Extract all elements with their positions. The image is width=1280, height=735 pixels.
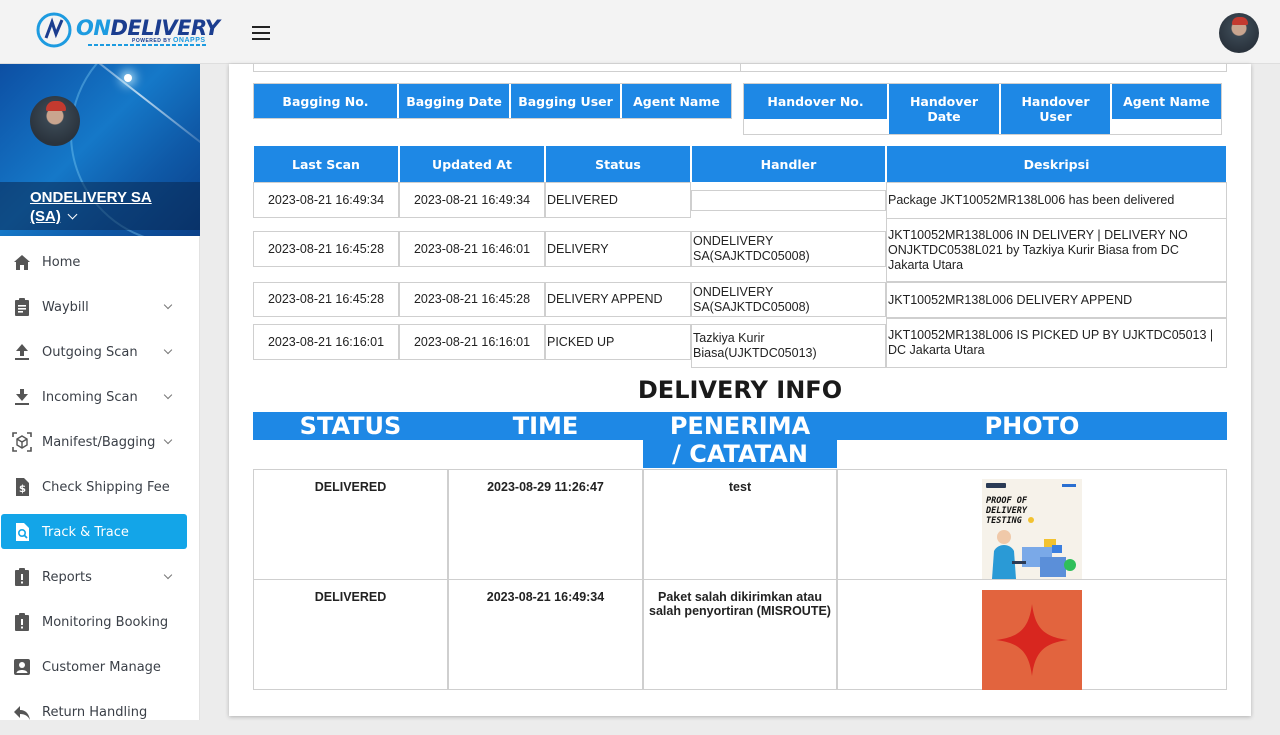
profile-avatar xyxy=(30,96,80,146)
sidebar-item-return-handling[interactable]: Return Handling xyxy=(0,690,200,735)
history-cell-deskripsi: JKT10052MR138L006 IN DELIVERY | DELIVERY… xyxy=(886,218,1227,282)
svg-text:DELIVERY: DELIVERY xyxy=(985,506,1028,516)
history-cell-updated-at: 2023-08-21 16:16:01 xyxy=(399,324,545,360)
avatar[interactable] xyxy=(1219,13,1259,53)
delivery-header-time: TIME xyxy=(448,412,643,440)
history-cell-last-scan: 2023-08-21 16:16:01 xyxy=(253,324,399,360)
handover-header-date: Handover Date xyxy=(889,84,999,134)
chevron-down-icon xyxy=(163,570,173,580)
handover-header-no: Handover No. xyxy=(744,84,887,119)
history-cell-handler: ONDELIVERY SA(SAJKTDC05008) xyxy=(691,282,886,317)
sidebar-menu: Home Waybill Outgoing Scan Incoming Scan… xyxy=(0,240,200,735)
bagging-header-agent: Agent Name xyxy=(622,84,731,118)
bagging-header-no: Bagging No. xyxy=(254,84,397,118)
delivery-header-photo: PHOTO xyxy=(837,412,1227,440)
top-bar: ONDELIVERY POWERED BY ONAPPS xyxy=(0,0,1280,64)
sidebar-item-incoming-scan[interactable]: Incoming Scan xyxy=(0,375,200,420)
user-card-icon xyxy=(14,659,30,675)
track-trace-card: Bagging No. Bagging Date Bagging User Ag… xyxy=(229,64,1251,716)
dollar-doc-icon: $ xyxy=(16,478,29,496)
history-header-status: Status xyxy=(546,146,690,182)
bagging-header-date: Bagging Date xyxy=(399,84,509,118)
history-cell-updated-at: 2023-08-21 16:49:34 xyxy=(399,182,545,218)
history-header-updated-at: Updated At xyxy=(400,146,544,182)
sidebar-item-monitoring-booking[interactable]: Monitoring Booking xyxy=(0,600,200,645)
delivery-cell-time: 2023-08-29 11:26:47 xyxy=(448,469,643,580)
clipboard-icon xyxy=(15,298,29,316)
history-header-last-scan: Last Scan xyxy=(254,146,398,182)
history-cell-deskripsi: JKT10052MR138L006 DELIVERY APPEND xyxy=(886,282,1227,318)
bagging-header-user: Bagging User xyxy=(511,84,620,118)
svg-text:PROOF OF: PROOF OF xyxy=(986,496,1028,506)
history-header-deskripsi: Deskripsi xyxy=(887,146,1226,182)
logo-tagline: POWERED BY ONAPPS xyxy=(132,37,206,44)
search-doc-icon xyxy=(16,523,29,541)
delivery-info-title: DELIVERY INFO xyxy=(637,376,843,404)
history-cell-status: DELIVERY xyxy=(545,231,691,267)
home-icon xyxy=(14,255,30,270)
history-cell-handler xyxy=(691,190,886,211)
ondelivery-logo[interactable]: ONDELIVERY POWERED BY ONAPPS xyxy=(36,12,220,48)
sidebar-item-manifest-bagging[interactable]: Manifest/Bagging xyxy=(0,420,200,465)
chevron-down-icon xyxy=(163,300,173,310)
hamburger-menu-icon[interactable] xyxy=(252,26,270,40)
alert-clipboard-icon xyxy=(15,568,29,586)
history-cell-last-scan: 2023-08-21 16:45:28 xyxy=(253,282,399,317)
box-scan-icon xyxy=(12,432,32,452)
alert-clipboard-icon xyxy=(15,613,29,631)
history-cell-handler: Tazkiya Kurir Biasa(UJKTDC05013) xyxy=(691,324,886,368)
sidebar-item-outgoing-scan[interactable]: Outgoing Scan xyxy=(0,330,200,375)
sidebar-item-waybill[interactable]: Waybill xyxy=(0,285,200,330)
history-cell-status: PICKED UP xyxy=(545,324,691,360)
sidebar-item-customer-manage[interactable]: Customer Manage xyxy=(0,645,200,690)
history-cell-deskripsi: JKT10052MR138L006 IS PICKED UP BY UJKTDC… xyxy=(886,318,1227,368)
delivery-photo-star[interactable] xyxy=(982,590,1082,690)
proof-of-delivery-photo[interactable]: PROOF OF DELIVERY TESTING xyxy=(982,479,1082,579)
delivery-header-status: STATUS xyxy=(253,412,448,440)
logo-underline xyxy=(88,44,206,46)
chevron-down-icon xyxy=(163,435,173,445)
history-cell-last-scan: 2023-08-21 16:45:28 xyxy=(253,231,399,267)
upload-icon xyxy=(15,344,29,360)
previous-table-bottom xyxy=(253,64,1227,72)
sidebar-item-check-shipping-fee[interactable]: $ Check Shipping Fee xyxy=(0,465,200,510)
chevron-down-icon xyxy=(67,209,78,220)
history-header-handler: Handler xyxy=(692,146,885,182)
history-cell-deskripsi: Package JKT10052MR138L006 has been deliv… xyxy=(886,182,1227,219)
svg-text:TESTING: TESTING xyxy=(986,516,1022,526)
history-cell-last-scan: 2023-08-21 16:49:34 xyxy=(253,182,399,218)
download-icon xyxy=(15,389,29,405)
history-cell-handler: ONDELIVERY SA(SAJKTDC05008) xyxy=(691,231,886,267)
delivery-header-penerima: PENERIMA / CATATAN xyxy=(643,412,837,468)
profile-panel: ONDELIVERY SA (SA) xyxy=(0,64,200,236)
svg-text:$: $ xyxy=(19,484,26,495)
handover-header-user: Handover User xyxy=(1001,84,1110,134)
history-cell-status: DELIVERY APPEND xyxy=(545,282,691,317)
chevron-down-icon xyxy=(163,345,173,355)
profile-name-dropdown[interactable]: ONDELIVERY SA (SA) xyxy=(30,188,160,226)
logo-mark-icon xyxy=(36,12,72,48)
delivery-cell-time: 2023-08-21 16:49:34 xyxy=(448,579,643,690)
sidebar-item-reports[interactable]: Reports xyxy=(0,555,200,600)
sidebar: ONDELIVERY SA (SA) Home Waybill Outgoing… xyxy=(0,64,200,720)
history-cell-updated-at: 2023-08-21 16:46:01 xyxy=(399,231,545,267)
delivery-cell-note: Paket salah dikirimkan atau salah penyor… xyxy=(643,579,837,690)
delivery-cell-status: DELIVERED xyxy=(253,469,448,580)
reply-icon xyxy=(14,706,30,720)
history-cell-updated-at: 2023-08-21 16:45:28 xyxy=(399,282,545,317)
delivery-cell-status: DELIVERED xyxy=(253,579,448,690)
sidebar-item-home[interactable]: Home xyxy=(0,240,200,285)
history-cell-status: DELIVERED xyxy=(545,182,691,218)
handover-header-agent: Agent Name xyxy=(1112,84,1221,119)
delivery-cell-note: test xyxy=(643,469,837,580)
chevron-down-icon xyxy=(163,390,173,400)
sidebar-item-track-trace[interactable]: Track & Trace xyxy=(0,510,200,555)
